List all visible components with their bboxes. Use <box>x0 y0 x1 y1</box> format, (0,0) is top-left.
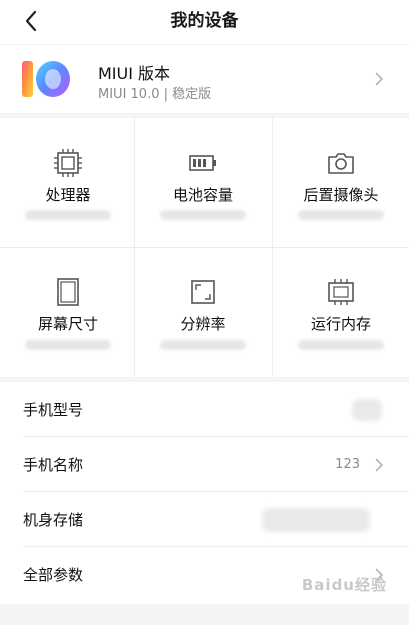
miui-version-title: MIUI 版本 <box>98 64 171 83</box>
spec-label: 处理器 <box>45 186 91 204</box>
watermark: Baidu经验 <box>301 576 387 594</box>
list-item-label: 手机型号 <box>23 401 84 419</box>
miui-logo-icon <box>22 61 70 97</box>
spec-cell-battery[interactable]: 电池容量 <box>135 118 271 247</box>
miui-version-value: MIUI 10.0 | 稳定版 <box>98 87 212 102</box>
spec-label: 分辨率 <box>180 315 226 333</box>
battery-icon <box>189 155 216 171</box>
list-item-label: 手机名称 <box>23 456 84 474</box>
chevron-right-icon <box>374 71 384 87</box>
redacted-value <box>25 210 111 220</box>
spec-cell-camera[interactable]: 后置摄像头 <box>273 118 409 247</box>
camera-icon <box>328 153 354 174</box>
spec-cell-processor[interactable]: 处理器 <box>0 118 136 247</box>
spec-label: 运行内存 <box>310 315 371 333</box>
top-bar: 我的设备 <box>0 0 409 44</box>
redacted-value <box>298 210 384 220</box>
spec-label: 屏幕尺寸 <box>37 315 98 333</box>
chevron-right-icon <box>374 457 384 473</box>
phone-name-value: 123 <box>335 457 360 472</box>
spec-label: 电池容量 <box>172 186 233 204</box>
redacted-value <box>352 399 382 421</box>
list-item-phone-name[interactable]: 手机名称 123 <box>0 437 409 492</box>
spec-cell-memory[interactable]: 运行内存 <box>273 248 409 377</box>
list-item-label: 全部参数 <box>23 566 84 584</box>
page-title: 我的设备 <box>170 10 239 31</box>
spec-cell-screen-size[interactable]: 屏幕尺寸 <box>0 248 136 377</box>
device-info-list: 手机型号 手机名称 123 机身存储 全部参数 <box>0 382 409 604</box>
redacted-value <box>262 508 370 532</box>
list-item-phone-model[interactable]: 手机型号 <box>0 382 409 437</box>
processor-icon <box>54 149 82 177</box>
spec-grid: 处理器 电池容量 后置摄像头 屏幕尺寸 分辨率 运行内存 <box>0 118 409 377</box>
redacted-value <box>298 340 384 350</box>
memory-icon <box>328 279 354 305</box>
resolution-icon <box>191 280 215 304</box>
screen-size-icon <box>57 278 79 306</box>
miui-version-row[interactable]: MIUI 版本 MIUI 10.0 | 稳定版 <box>0 45 409 113</box>
redacted-value <box>160 210 246 220</box>
spec-cell-resolution[interactable]: 分辨率 <box>135 248 271 377</box>
redacted-value <box>25 340 111 350</box>
list-item-label: 机身存储 <box>23 511 84 529</box>
spec-label: 后置摄像头 <box>303 186 379 204</box>
redacted-value <box>160 340 246 350</box>
list-item-storage[interactable]: 机身存储 <box>0 492 409 547</box>
